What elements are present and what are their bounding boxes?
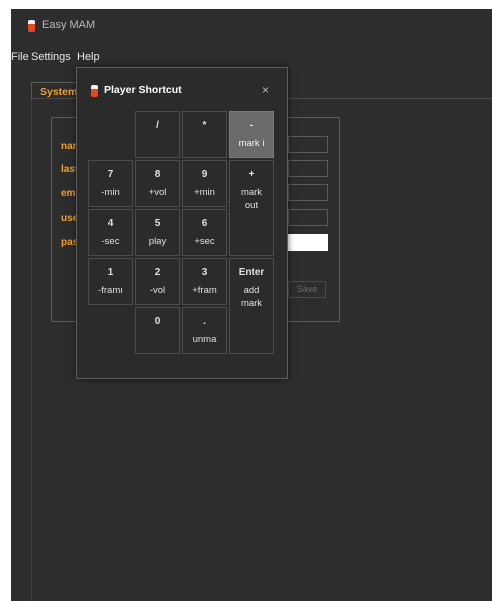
key-label: 8 — [154, 169, 161, 180]
key-action: +vol — [148, 187, 167, 198]
dialog-logo-icon — [91, 85, 98, 97]
key-slash[interactable]: / — [135, 111, 180, 158]
key-action: +sec — [194, 236, 215, 247]
key-dot[interactable]: . unma — [182, 307, 227, 354]
key-action: -vol — [149, 285, 166, 296]
key-action: mark out — [240, 187, 263, 211]
dialog-title: Player Shortcut — [104, 84, 182, 96]
key-label: 0 — [154, 316, 161, 327]
key-5[interactable]: 5 play — [135, 209, 180, 256]
key-action: -min — [101, 187, 120, 198]
key-action: +min — [194, 187, 215, 198]
key-9[interactable]: 9 +min — [182, 160, 227, 207]
key-label: 5 — [154, 218, 161, 229]
key-0[interactable]: 0 — [135, 307, 180, 354]
key-label: 6 — [201, 218, 208, 229]
key-2[interactable]: 2 -vol — [135, 258, 180, 305]
key-action: unma — [192, 334, 217, 345]
username-label: user — [61, 213, 77, 224]
password-field[interactable] — [288, 234, 328, 251]
app-title: Easy MAM — [42, 19, 96, 31]
key-label: * — [202, 120, 207, 131]
save-button[interactable]: Save — [288, 281, 326, 298]
title-bar: Easy MAM — [11, 9, 492, 41]
key-label: 4 — [107, 218, 114, 229]
menu-help[interactable]: Help — [77, 51, 100, 63]
key-minus[interactable]: - mark i — [229, 111, 274, 158]
name-field[interactable] — [288, 136, 328, 153]
key-enter[interactable]: Enter add mark — [229, 258, 274, 354]
player-shortcut-dialog: Player Shortcut × / * - mark i 7 -min 8 … — [76, 67, 288, 379]
key-action: play — [148, 236, 167, 247]
key-action: -framı — [98, 285, 123, 296]
key-label: . — [203, 316, 206, 327]
key-action: mark i — [238, 138, 265, 149]
key-8[interactable]: 8 +vol — [135, 160, 180, 207]
key-label: 9 — [201, 169, 208, 180]
key-1[interactable]: 1 -framı — [88, 258, 133, 305]
email-label: email — [61, 188, 77, 199]
last-name-label: last — [61, 164, 77, 175]
last-name-field[interactable] — [288, 160, 328, 177]
key-action: +fram — [192, 285, 217, 296]
key-label: / — [156, 120, 159, 131]
key-action: -sec — [101, 236, 120, 247]
key-label: 1 — [107, 267, 114, 278]
key-6[interactable]: 6 +sec — [182, 209, 227, 256]
key-action: add mark — [240, 285, 263, 309]
password-label: password — [61, 237, 77, 248]
key-plus[interactable]: + mark out — [229, 160, 274, 256]
name-label: name — [61, 141, 77, 152]
key-star[interactable]: * — [182, 111, 227, 158]
app-logo-icon — [28, 20, 35, 32]
key-7[interactable]: 7 -min — [88, 160, 133, 207]
close-icon[interactable]: × — [262, 83, 269, 97]
menu-file[interactable]: File — [11, 51, 29, 63]
key-4[interactable]: 4 -sec — [88, 209, 133, 256]
username-field[interactable] — [288, 209, 328, 226]
key-label: - — [249, 120, 254, 131]
left-divider — [31, 99, 32, 601]
key-label: 7 — [107, 169, 114, 180]
key-3[interactable]: 3 +fram — [182, 258, 227, 305]
key-label: Enter — [238, 267, 265, 278]
key-label: + — [248, 169, 255, 180]
key-label: 3 — [201, 267, 208, 278]
key-label: 2 — [154, 267, 161, 278]
menu-settings[interactable]: Settings — [31, 51, 71, 63]
email-field[interactable] — [288, 184, 328, 201]
